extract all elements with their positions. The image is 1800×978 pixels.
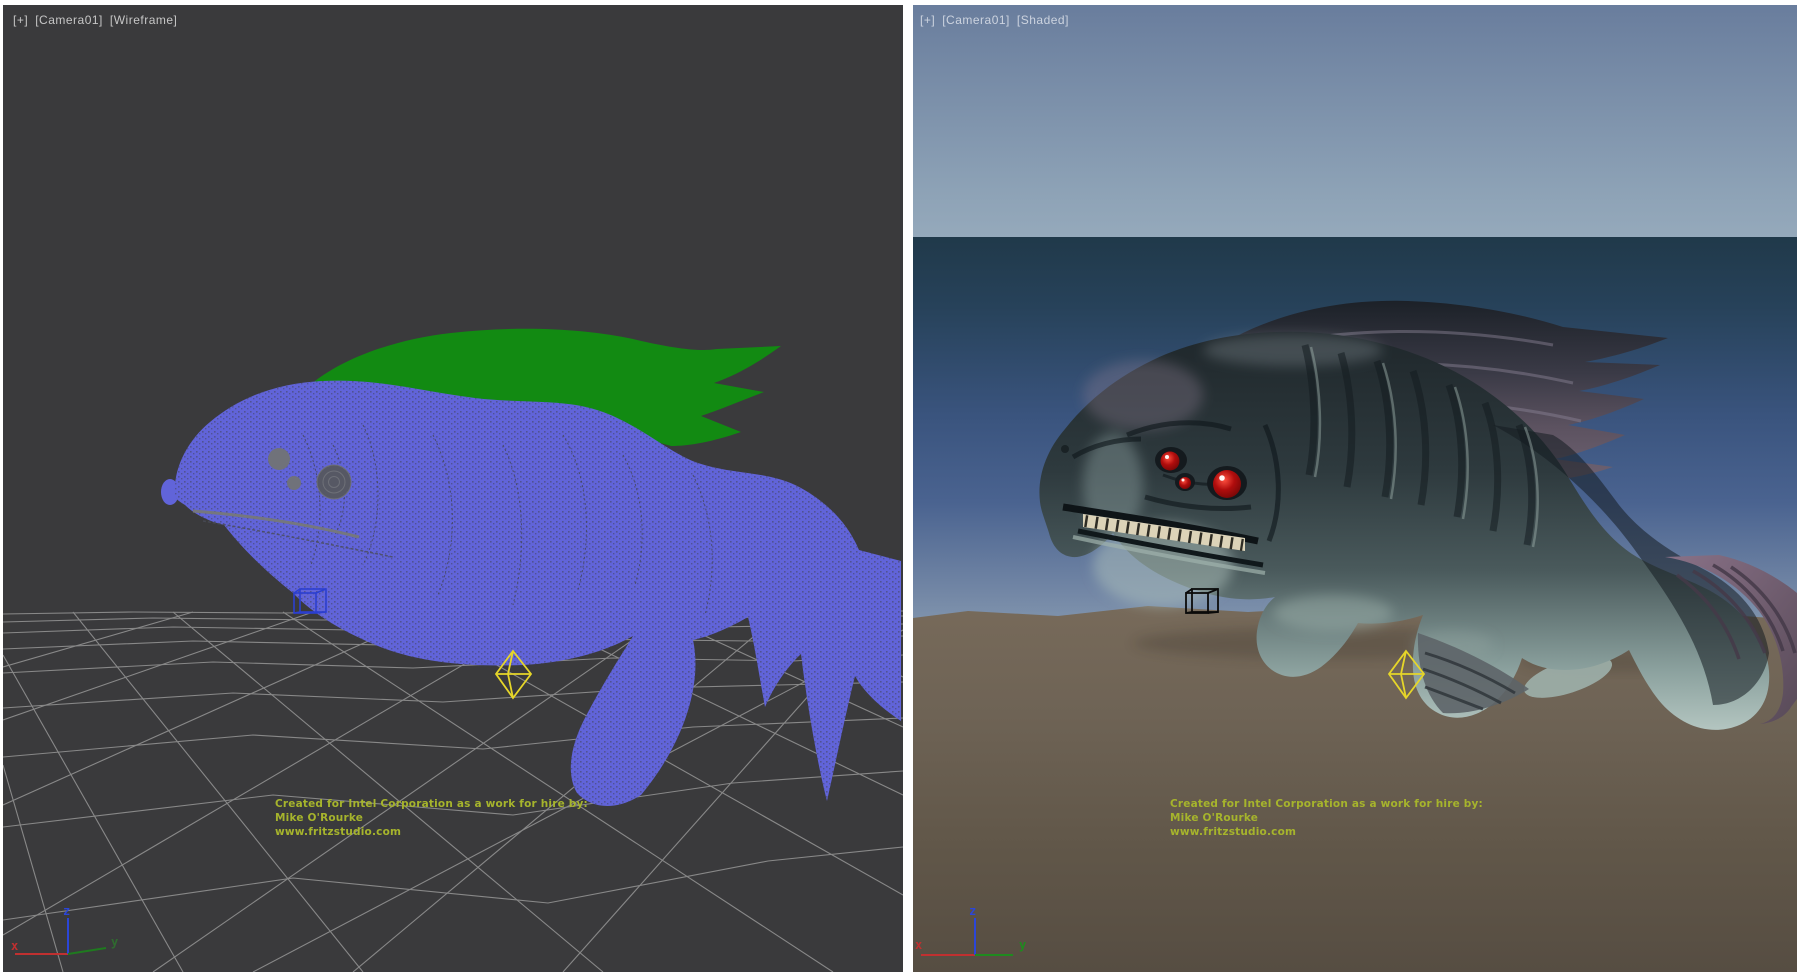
application-frame: [+] [Camera01] [Wireframe]	[0, 0, 1800, 978]
viewport-pov-menu[interactable]: [Camera01]	[942, 13, 1010, 27]
axis-z-label: z	[63, 904, 70, 918]
watermark-text: Created for Intel Corporation as a work …	[1170, 797, 1483, 839]
fish-body-wireframe[interactable]	[161, 381, 901, 806]
viewport-shading-menu[interactable]: [Shaded]	[1017, 13, 1069, 27]
axis-y-label: y	[111, 935, 118, 949]
viewport-label-wireframe: [+] [Camera01] [Wireframe]	[13, 13, 177, 27]
viewport-label-shaded: [+] [Camera01] [Shaded]	[920, 13, 1069, 27]
viewport-shaded[interactable]: [+] [Camera01] [Shaded]	[913, 5, 1797, 972]
axis-x-label: x	[11, 939, 18, 953]
viewport-shading-menu[interactable]: [Wireframe]	[110, 13, 178, 27]
watermark-text: Created for Intel Corporation as a work …	[275, 797, 588, 839]
axis-z-label: z	[969, 904, 976, 918]
viewport-general-menu[interactable]: [+]	[920, 13, 935, 27]
viewport-wireframe[interactable]: [+] [Camera01] [Wireframe]	[3, 5, 903, 972]
axis-x-label: x	[915, 938, 922, 952]
world-axis-tripod: x y z	[11, 904, 118, 954]
viewport-general-menu[interactable]: [+]	[13, 13, 28, 27]
fish-model-wireframe[interactable]	[161, 329, 901, 806]
viewport-pov-menu[interactable]: [Camera01]	[35, 13, 103, 27]
axis-y-label: y	[1019, 938, 1026, 952]
